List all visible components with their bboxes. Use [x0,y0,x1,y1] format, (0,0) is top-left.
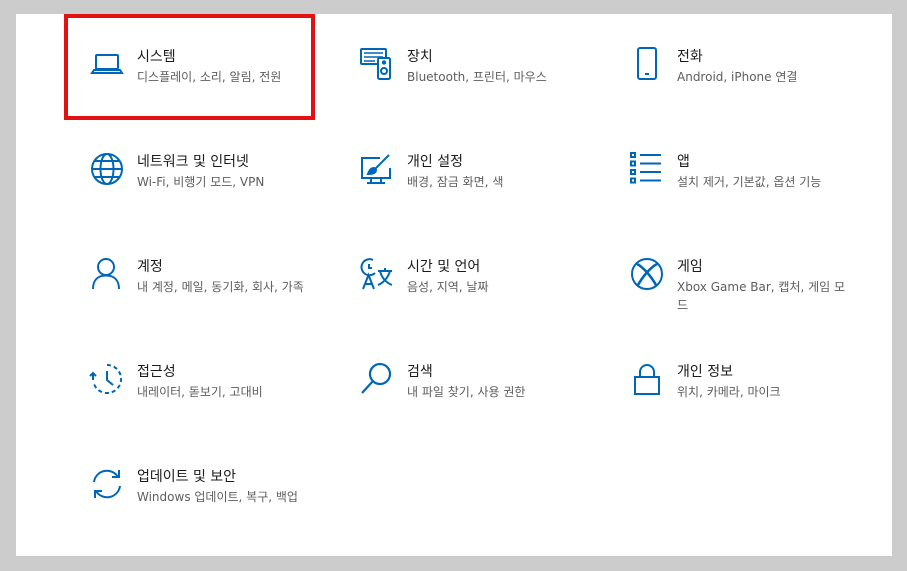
update-icon [89,466,125,502]
tile-title: 전화 [677,49,703,65]
tile-system[interactable]: 시스템 디스플레이, 소리, 알림, 전원 [89,46,319,126]
accessibility-icon [89,361,125,397]
phone-icon [629,46,665,82]
time-language-icon [359,256,395,292]
tile-accounts[interactable]: 계정 내 계정, 메일, 동기화, 회사, 가족 [89,256,319,336]
tile-title: 검색 [407,364,433,380]
tile-description: Xbox Game Bar, 캡처, 게임 모드 [677,280,846,312]
tile-title: 장치 [407,49,433,65]
tile-description: 내 계정, 메일, 동기화, 회사, 가족 [137,280,304,294]
tile-description: 배경, 잠금 화면, 색 [407,175,504,189]
tile-description: Android, iPhone 연결 [677,70,798,84]
globe-icon [89,151,125,187]
tile-personalization[interactable]: 개인 설정 배경, 잠금 화면, 색 [359,151,589,231]
xbox-icon [629,256,665,292]
tile-search[interactable]: 검색 내 파일 찾기, 사용 권한 [359,361,589,441]
tile-devices[interactable]: 장치 Bluetooth, 프린터, 마우스 [359,46,589,126]
tile-update-security[interactable]: 업데이트 및 보안 Windows 업데이트, 복구, 백업 [89,466,319,546]
person-icon [89,256,125,292]
tile-network[interactable]: 네트워크 및 인터넷 Wi-Fi, 비행기 모드, VPN [89,151,319,231]
apps-list-icon [629,151,665,187]
laptop-icon [89,46,125,82]
tile-title: 시스템 [137,49,176,65]
tile-description: 내레이터, 돋보기, 고대비 [137,385,263,399]
tile-phone[interactable]: 전화 Android, iPhone 연결 [629,46,859,126]
tile-description: 위치, 카메라, 마이크 [677,385,781,399]
tile-description: 내 파일 찾기, 사용 권한 [407,385,526,399]
tile-description: 디스플레이, 소리, 알림, 전원 [137,70,282,84]
devices-icon [359,46,395,82]
tile-description: Bluetooth, 프린터, 마우스 [407,70,547,84]
tile-privacy[interactable]: 개인 정보 위치, 카메라, 마이크 [629,361,859,441]
tile-title: 접근성 [137,364,176,380]
tile-title: 게임 [677,259,703,275]
tile-title: 개인 정보 [677,364,733,380]
tile-title: 앱 [677,154,690,170]
lock-icon [629,361,665,397]
tile-time-language[interactable]: 시간 및 언어 음성, 지역, 날짜 [359,256,589,336]
tile-description: 음성, 지역, 날짜 [407,280,489,294]
tile-gaming[interactable]: 게임 Xbox Game Bar, 캡처, 게임 모드 [629,256,859,336]
tile-description: Windows 업데이트, 복구, 백업 [137,490,298,504]
tile-title: 개인 설정 [407,154,463,170]
tile-accessibility[interactable]: 접근성 내레이터, 돋보기, 고대비 [89,361,319,441]
search-icon [359,361,395,397]
personalization-icon [359,151,395,187]
tile-apps[interactable]: 앱 설치 제거, 기본값, 옵션 기능 [629,151,859,231]
tile-description: 설치 제거, 기본값, 옵션 기능 [677,175,822,189]
tile-title: 업데이트 및 보안 [137,469,237,485]
tile-title: 네트워크 및 인터넷 [137,154,249,170]
tile-title: 시간 및 언어 [407,259,481,275]
tile-description: Wi-Fi, 비행기 모드, VPN [137,175,265,189]
tile-title: 계정 [137,259,163,275]
